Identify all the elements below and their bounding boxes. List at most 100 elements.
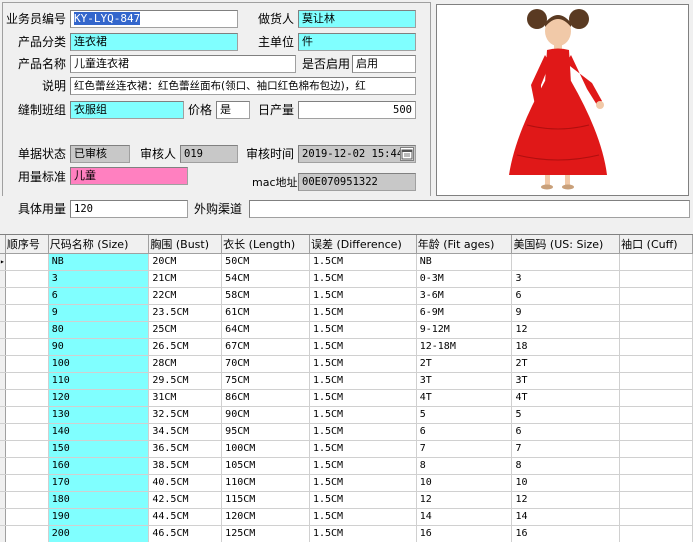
- grid-cell[interactable]: [5, 287, 49, 305]
- table-row[interactable]: 160 38.5CM 105CM 1.5CM 8 8: [0, 457, 693, 475]
- grid-cell[interactable]: 105CM: [221, 457, 310, 475]
- grid-cell[interactable]: 110: [48, 372, 150, 390]
- grid-cell[interactable]: 54CM: [221, 270, 310, 288]
- grid-cell[interactable]: 32.5CM: [148, 406, 223, 424]
- grid-cell[interactable]: 2T: [511, 355, 621, 373]
- grid-cell[interactable]: 10: [416, 474, 513, 492]
- grid-cell[interactable]: 6: [511, 423, 621, 441]
- desc-field[interactable]: 红色蕾丝连衣裙：红色蕾丝面布(领口、袖口红色棉布包边)，红: [70, 77, 416, 95]
- table-row[interactable]: 140 34.5CM 95CM 1.5CM 6 6: [0, 423, 693, 441]
- grid-cell[interactable]: 1.5CM: [309, 321, 417, 339]
- row-pointer-icon[interactable]: ▸: [0, 253, 6, 271]
- grid-cell[interactable]: 1.5CM: [309, 491, 417, 509]
- grid-cell[interactable]: 9: [511, 304, 621, 322]
- grid-cell[interactable]: 1.5CM: [309, 440, 417, 458]
- grid-cell[interactable]: 1.5CM: [309, 372, 417, 390]
- grid-cell[interactable]: 3T: [511, 372, 621, 390]
- table-row[interactable]: 9 23.5CM 61CM 1.5CM 6-9M 9: [0, 304, 693, 322]
- grid-cell[interactable]: [5, 474, 49, 492]
- grid-cell[interactable]: 80: [48, 321, 150, 339]
- table-row[interactable]: 200 46.5CM 125CM 1.5CM 16 16: [0, 525, 693, 542]
- grid-cell[interactable]: 70CM: [221, 355, 310, 373]
- table-row[interactable]: 110 29.5CM 75CM 1.5CM 3T 3T: [0, 372, 693, 390]
- grid-cell[interactable]: 7: [416, 440, 513, 458]
- grid-cell[interactable]: [511, 253, 621, 271]
- grid-cell[interactable]: 12: [416, 491, 513, 509]
- unit-field[interactable]: 件: [298, 33, 416, 51]
- grid-cell[interactable]: 1.5CM: [309, 355, 417, 373]
- grid-cell[interactable]: 29.5CM: [148, 372, 223, 390]
- grid-cell[interactable]: 16: [416, 525, 513, 542]
- table-row[interactable]: 180 42.5CM 115CM 1.5CM 12 12: [0, 491, 693, 509]
- grid-cell[interactable]: 8: [416, 457, 513, 475]
- grid-cell[interactable]: 14: [416, 508, 513, 526]
- grid-cell[interactable]: 3: [48, 270, 150, 288]
- grid-cell[interactable]: 38.5CM: [148, 457, 223, 475]
- grid-cell[interactable]: 22CM: [148, 287, 223, 305]
- grid-cell[interactable]: [619, 474, 693, 492]
- usage-field[interactable]: 120: [70, 200, 188, 218]
- grid-cell[interactable]: 46.5CM: [148, 525, 223, 542]
- grid-cell[interactable]: 64CM: [221, 321, 310, 339]
- grid-cell[interactable]: [5, 355, 49, 373]
- table-row[interactable]: 100 28CM 70CM 1.5CM 2T 2T: [0, 355, 693, 373]
- grid-cell[interactable]: 200: [48, 525, 150, 542]
- salesperson-field[interactable]: KY-LYQ-847: [70, 10, 238, 28]
- grid-cell[interactable]: 34.5CM: [148, 423, 223, 441]
- grid-cell[interactable]: [619, 423, 693, 441]
- grid-cell[interactable]: 2T: [416, 355, 513, 373]
- price-field[interactable]: 是: [216, 101, 250, 119]
- grid-cell[interactable]: 0-3M: [416, 270, 513, 288]
- grid-cell[interactable]: [619, 253, 693, 271]
- usage-standard-field[interactable]: 儿童: [70, 167, 188, 185]
- table-row[interactable]: ▸ NB 20CM 50CM 1.5CM NB: [0, 253, 693, 271]
- grid-cell[interactable]: 28CM: [148, 355, 223, 373]
- grid-cell[interactable]: 180: [48, 491, 150, 509]
- grid-cell[interactable]: 21CM: [148, 270, 223, 288]
- col-header-length[interactable]: 衣长 (Length): [221, 235, 310, 254]
- grid-cell[interactable]: 90: [48, 338, 150, 356]
- grid-cell[interactable]: 120: [48, 389, 150, 407]
- grid-cell[interactable]: 86CM: [221, 389, 310, 407]
- team-field[interactable]: 衣服组: [70, 101, 184, 119]
- table-row[interactable]: 90 26.5CM 67CM 1.5CM 12-18M 18: [0, 338, 693, 356]
- grid-cell[interactable]: 115CM: [221, 491, 310, 509]
- grid-cell[interactable]: NB: [48, 253, 150, 271]
- col-header-bust[interactable]: 胸围 (Bust): [148, 235, 223, 254]
- grid-cell[interactable]: 1.5CM: [309, 287, 417, 305]
- review-time-field[interactable]: 2019-12-02 15:44: [298, 145, 416, 163]
- col-header-difference[interactable]: 误差 (Difference): [309, 235, 417, 254]
- table-row[interactable]: 3 21CM 54CM 1.5CM 0-3M 3: [0, 270, 693, 288]
- grid-cell[interactable]: [619, 321, 693, 339]
- grid-cell[interactable]: NB: [416, 253, 513, 271]
- grid-cell[interactable]: 12-18M: [416, 338, 513, 356]
- grid-cell[interactable]: 50CM: [221, 253, 310, 271]
- grid-cell[interactable]: 1.5CM: [309, 457, 417, 475]
- grid-cell[interactable]: [5, 406, 49, 424]
- grid-cell[interactable]: [5, 508, 49, 526]
- grid-cell[interactable]: [619, 355, 693, 373]
- grid-cell[interactable]: 12: [511, 321, 621, 339]
- grid-cell[interactable]: 26.5CM: [148, 338, 223, 356]
- grid-cell[interactable]: [619, 508, 693, 526]
- grid-cell[interactable]: 31CM: [148, 389, 223, 407]
- grid-cell[interactable]: 3: [511, 270, 621, 288]
- grid-cell[interactable]: 170: [48, 474, 150, 492]
- grid-cell[interactable]: 100: [48, 355, 150, 373]
- grid-cell[interactable]: [5, 440, 49, 458]
- daily-output-field[interactable]: 500: [298, 101, 416, 119]
- grid-cell[interactable]: 1.5CM: [309, 508, 417, 526]
- grid-cell[interactable]: [619, 389, 693, 407]
- grid-cell[interactable]: [619, 338, 693, 356]
- grid-cell[interactable]: 4T: [511, 389, 621, 407]
- grid-cell[interactable]: 16: [511, 525, 621, 542]
- merchandiser-field[interactable]: 莫让林: [298, 10, 416, 28]
- enabled-field[interactable]: 启用: [352, 55, 416, 73]
- grid-cell[interactable]: 1.5CM: [309, 253, 417, 271]
- grid-cell[interactable]: [5, 338, 49, 356]
- grid-cell[interactable]: 150: [48, 440, 150, 458]
- grid-cell[interactable]: [619, 287, 693, 305]
- grid-cell[interactable]: 160: [48, 457, 150, 475]
- table-row[interactable]: 6 22CM 58CM 1.5CM 3-6M 6: [0, 287, 693, 305]
- grid-cell[interactable]: 6: [416, 423, 513, 441]
